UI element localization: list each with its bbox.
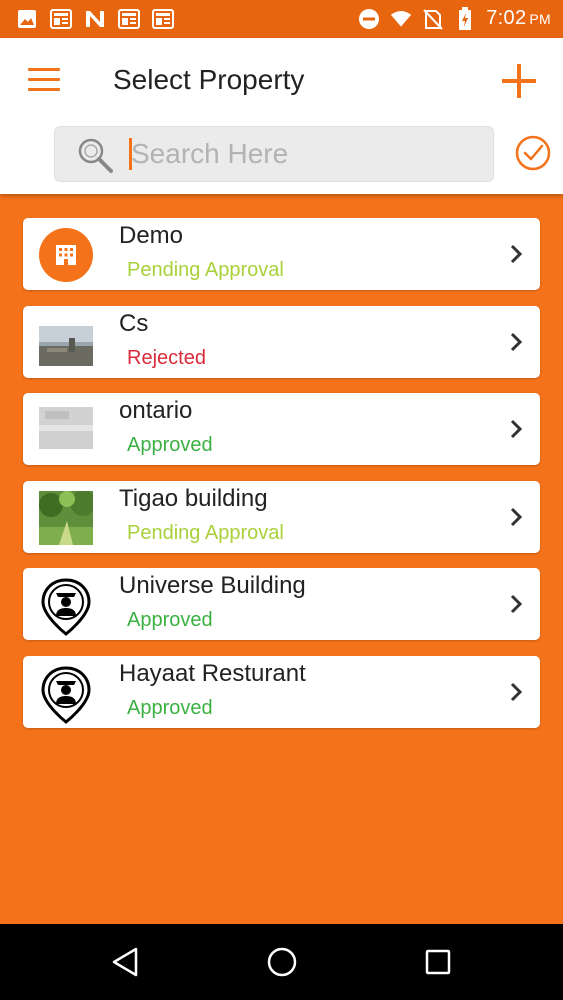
- chevron-right-icon: [508, 680, 524, 704]
- chevron-right-icon: [508, 592, 524, 616]
- status-badge: Pending Approval: [127, 259, 284, 281]
- status-badge: Pending Approval: [127, 521, 284, 544]
- status-badge: Approved: [127, 609, 213, 631]
- no-sim-icon: [422, 8, 444, 30]
- search-input[interactable]: [131, 135, 471, 173]
- property-photo: [39, 316, 93, 370]
- home-circle-icon[interactable]: [264, 944, 300, 980]
- battery-charging-icon: [454, 6, 476, 30]
- property-card[interactable]: Tigao building Pending Approval: [23, 480, 540, 553]
- back-triangle-icon[interactable]: [108, 944, 144, 980]
- system-icons: 7:02 PM: [358, 6, 551, 30]
- property-name: Cs: [119, 309, 149, 337]
- property-name: Hayaat Resturant: [119, 659, 306, 687]
- check-circle-icon[interactable]: [514, 134, 552, 172]
- property-list: Demo Pending Approval Cs Rejected ontari…: [23, 218, 540, 743]
- n-logo-icon: [84, 8, 106, 30]
- image-icon: [16, 8, 38, 30]
- building-icon: [39, 228, 93, 282]
- property-photo: [39, 489, 96, 545]
- search-icon: [75, 135, 115, 175]
- guard-pin-icon: [39, 665, 93, 724]
- search-bar[interactable]: [54, 126, 494, 182]
- news-icon: [152, 8, 174, 30]
- property-name: ontario: [119, 397, 193, 424]
- property-card[interactable]: ontario Approved: [23, 393, 540, 465]
- chevron-right-icon: [508, 505, 524, 529]
- app-bar: Select Property: [0, 38, 563, 194]
- property-card[interactable]: Demo Pending Approval: [23, 218, 540, 290]
- guard-pin-icon: [39, 578, 93, 636]
- status-bar: 7:02 PM: [0, 0, 563, 38]
- hamburger-menu-icon[interactable]: [28, 68, 60, 94]
- property-card[interactable]: Hayaat Resturant Approved: [23, 655, 540, 728]
- notification-icons: [16, 8, 174, 30]
- property-photo: [39, 403, 93, 457]
- page-title: Select Property: [113, 64, 305, 95]
- status-badge: Approved: [127, 696, 213, 719]
- status-badge: Rejected: [127, 346, 206, 369]
- property-name: Universe Building: [119, 572, 306, 599]
- clock: 7:02 PM: [486, 7, 551, 29]
- property-card[interactable]: Universe Building Approved: [23, 568, 540, 640]
- recents-square-icon[interactable]: [420, 944, 456, 980]
- status-badge: Approved: [127, 434, 213, 456]
- property-name: Demo: [119, 222, 184, 249]
- news-icon: [118, 8, 140, 30]
- plus-icon[interactable]: [500, 62, 538, 100]
- do-not-disturb-icon: [358, 8, 380, 30]
- news-icon: [50, 8, 72, 30]
- chevron-right-icon: [508, 417, 524, 441]
- chevron-right-icon: [508, 330, 524, 354]
- property-card[interactable]: Cs Rejected: [23, 305, 540, 378]
- wifi-icon: [390, 8, 412, 30]
- chevron-right-icon: [508, 242, 524, 266]
- property-name: Tigao building: [119, 484, 268, 512]
- navigation-bar: [0, 924, 563, 1000]
